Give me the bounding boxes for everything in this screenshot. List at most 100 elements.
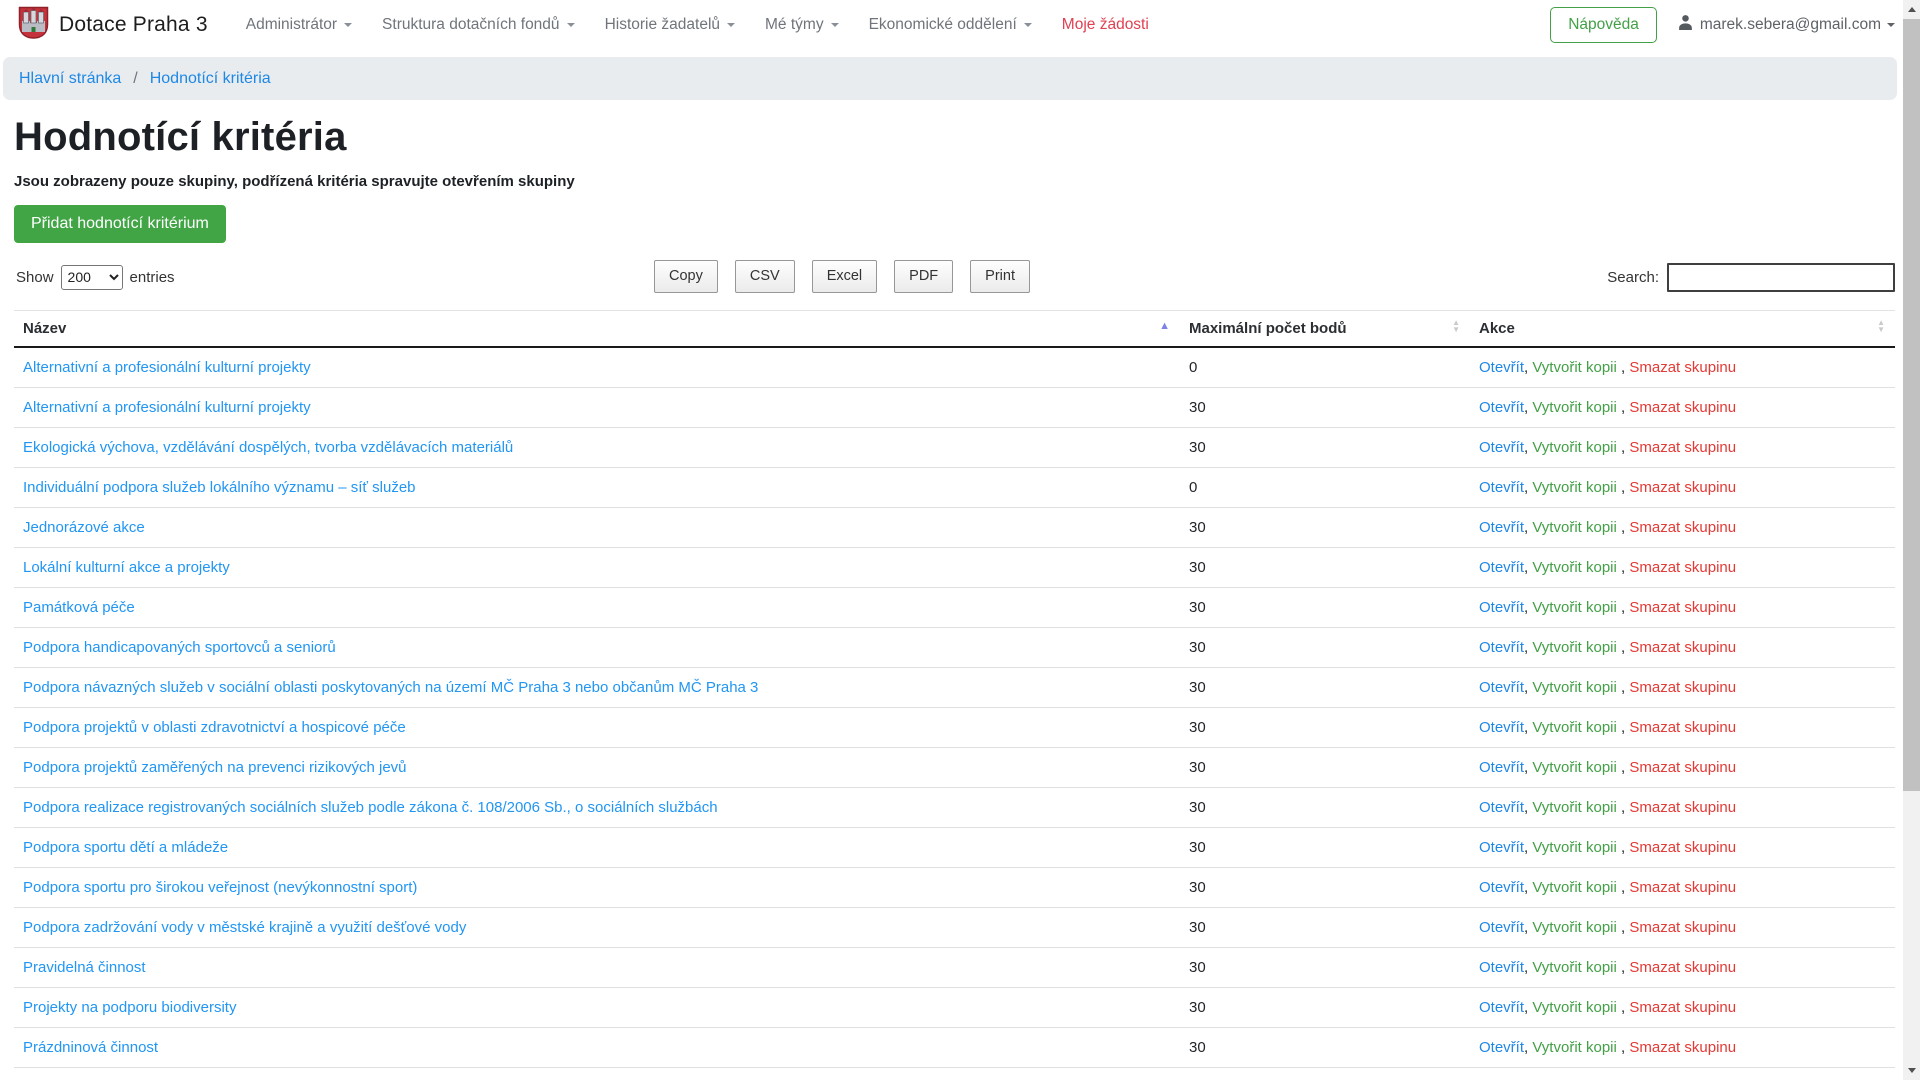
delete-group-link[interactable]: Smazat skupinu (1629, 999, 1736, 1016)
open-link[interactable]: Otevřít (1479, 679, 1524, 696)
open-link[interactable]: Otevřít (1479, 879, 1524, 896)
export-button[interactable]: PDF (894, 260, 953, 293)
open-link[interactable]: Otevřít (1479, 759, 1524, 776)
search-input[interactable] (1667, 263, 1895, 292)
nav-item-moje-zadosti[interactable]: Moje žádosti (1062, 16, 1149, 34)
delete-group-link[interactable]: Smazat skupinu (1629, 1039, 1736, 1056)
action-separator: , (1617, 639, 1630, 656)
scroll-up-icon[interactable] (1903, 1, 1920, 18)
open-link[interactable]: Otevřít (1479, 519, 1524, 536)
open-link[interactable]: Otevřít (1479, 399, 1524, 416)
open-link[interactable]: Otevřít (1479, 839, 1524, 856)
criterion-group-link[interactable]: Alternativní a profesionální kulturní pr… (23, 359, 311, 376)
create-copy-link[interactable]: Vytvořit kopii (1532, 919, 1616, 936)
user-menu[interactable]: marek.sebera@gmail.com (1677, 14, 1895, 36)
column-header-akce[interactable]: Akce ▲▼ (1470, 311, 1895, 348)
delete-group-link[interactable]: Smazat skupinu (1629, 959, 1736, 976)
criterion-group-link[interactable]: Podpora sportu pro širokou veřejnost (ne… (23, 879, 417, 896)
delete-group-link[interactable]: Smazat skupinu (1629, 719, 1736, 736)
export-button[interactable]: Copy (654, 260, 718, 293)
open-link[interactable]: Otevřít (1479, 559, 1524, 576)
create-copy-link[interactable]: Vytvořit kopii (1532, 999, 1616, 1016)
scrollbar[interactable] (1903, 0, 1920, 1080)
criterion-group-link[interactable]: Ekologická výchova, vzdělávání dospělých… (23, 439, 513, 456)
export-button[interactable]: Excel (812, 260, 877, 293)
nav-dropdown-item[interactable]: Ekonomické oddělení (869, 16, 1032, 34)
open-link[interactable]: Otevřít (1479, 359, 1524, 376)
delete-group-link[interactable]: Smazat skupinu (1629, 799, 1736, 816)
open-link[interactable]: Otevřít (1479, 999, 1524, 1016)
criterion-group-link[interactable]: Lokální kulturní akce a projekty (23, 559, 230, 576)
delete-group-link[interactable]: Smazat skupinu (1629, 759, 1736, 776)
nav-dropdown-item[interactable]: Administrátor (246, 16, 352, 34)
add-criterion-button[interactable]: Přidat hodnotící kritérium (14, 205, 226, 243)
criterion-group-link[interactable]: Podpora návazných služeb v sociální obla… (23, 679, 758, 696)
open-link[interactable]: Otevřít (1479, 919, 1524, 936)
criterion-group-link[interactable]: Projekty na podporu biodiversity (23, 999, 236, 1016)
home-brand[interactable]: Dotace Praha 3 (18, 6, 208, 45)
criterion-group-link[interactable]: Podpora projektů zaměřených na prevenci … (23, 759, 407, 776)
create-copy-link[interactable]: Vytvořit kopii (1532, 519, 1616, 536)
delete-group-link[interactable]: Smazat skupinu (1629, 919, 1736, 936)
export-button[interactable]: CSV (735, 260, 795, 293)
open-link[interactable]: Otevřít (1479, 959, 1524, 976)
nav-dropdown-item[interactable]: Mé týmy (765, 16, 839, 34)
breadcrumb-current-link[interactable]: Hodnotící kritéria (150, 70, 271, 88)
criterion-group-link[interactable]: Podpora handicapovaných sportovců a seni… (23, 639, 336, 656)
breadcrumb-home-link[interactable]: Hlavní stránka (19, 70, 121, 88)
delete-group-link[interactable]: Smazat skupinu (1629, 679, 1736, 696)
create-copy-link[interactable]: Vytvořit kopii (1532, 839, 1616, 856)
delete-group-link[interactable]: Smazat skupinu (1629, 399, 1736, 416)
create-copy-link[interactable]: Vytvořit kopii (1532, 639, 1616, 656)
criterion-group-link[interactable]: Podpora realizace registrovaných sociáln… (23, 799, 718, 816)
delete-group-link[interactable]: Smazat skupinu (1629, 639, 1736, 656)
create-copy-link[interactable]: Vytvořit kopii (1532, 959, 1616, 976)
create-copy-link[interactable]: Vytvořit kopii (1532, 759, 1616, 776)
create-copy-link[interactable]: Vytvořit kopii (1532, 599, 1616, 616)
delete-group-link[interactable]: Smazat skupinu (1629, 519, 1736, 536)
open-link[interactable]: Otevřít (1479, 1039, 1524, 1056)
scrollbar-thumb[interactable] (1903, 19, 1920, 791)
criterion-group-link[interactable]: Jednorázové akce (23, 519, 145, 536)
criterion-group-link[interactable]: Podpora projektů v oblasti zdravotnictví… (23, 719, 406, 736)
column-header-max-points[interactable]: Maximální počet bodů ▲▼ (1180, 311, 1470, 348)
create-copy-link[interactable]: Vytvořit kopii (1532, 359, 1616, 376)
criterion-group-link[interactable]: Památková péče (23, 599, 135, 616)
delete-group-link[interactable]: Smazat skupinu (1629, 839, 1736, 856)
criterion-group-link[interactable]: Prázdninová činnost (23, 1039, 158, 1056)
create-copy-link[interactable]: Vytvořit kopii (1532, 1039, 1616, 1056)
delete-group-link[interactable]: Smazat skupinu (1629, 359, 1736, 376)
column-header-nazev[interactable]: Název ▲ (14, 311, 1180, 348)
delete-group-link[interactable]: Smazat skupinu (1629, 879, 1736, 896)
create-copy-link[interactable]: Vytvořit kopii (1532, 559, 1616, 576)
criterion-group-link[interactable]: Alternativní a profesionální kulturní pr… (23, 399, 311, 416)
create-copy-link[interactable]: Vytvořit kopii (1532, 439, 1616, 456)
delete-group-link[interactable]: Smazat skupinu (1629, 479, 1736, 496)
create-copy-link[interactable]: Vytvořit kopii (1532, 399, 1616, 416)
open-link[interactable]: Otevřít (1479, 719, 1524, 736)
open-link[interactable]: Otevřít (1479, 599, 1524, 616)
page-length-select[interactable]: 200 (61, 265, 123, 290)
open-link[interactable]: Otevřít (1479, 639, 1524, 656)
delete-group-link[interactable]: Smazat skupinu (1629, 599, 1736, 616)
scroll-down-icon[interactable] (1903, 1062, 1920, 1079)
criterion-group-link[interactable]: Podpora zadržování vody v městské krajin… (23, 919, 466, 936)
criterion-group-link[interactable]: Podpora sportu dětí a mládeže (23, 839, 228, 856)
export-button[interactable]: Print (970, 260, 1030, 293)
help-button[interactable]: Nápověda (1550, 7, 1657, 43)
nav-dropdown-item[interactable]: Struktura dotačních fondů (382, 16, 575, 34)
open-link[interactable]: Otevřít (1479, 439, 1524, 456)
delete-group-link[interactable]: Smazat skupinu (1629, 559, 1736, 576)
create-copy-link[interactable]: Vytvořit kopii (1532, 479, 1616, 496)
action-separator: , (1617, 919, 1630, 936)
create-copy-link[interactable]: Vytvořit kopii (1532, 799, 1616, 816)
criterion-group-link[interactable]: Pravidelná činnost (23, 959, 146, 976)
nav-dropdown-item[interactable]: Historie žadatelů (605, 16, 735, 34)
criterion-group-link[interactable]: Individuální podpora služeb lokálního vý… (23, 479, 416, 496)
delete-group-link[interactable]: Smazat skupinu (1629, 439, 1736, 456)
create-copy-link[interactable]: Vytvořit kopii (1532, 719, 1616, 736)
open-link[interactable]: Otevřít (1479, 479, 1524, 496)
open-link[interactable]: Otevřít (1479, 799, 1524, 816)
create-copy-link[interactable]: Vytvořit kopii (1532, 679, 1616, 696)
create-copy-link[interactable]: Vytvořit kopii (1532, 879, 1616, 896)
